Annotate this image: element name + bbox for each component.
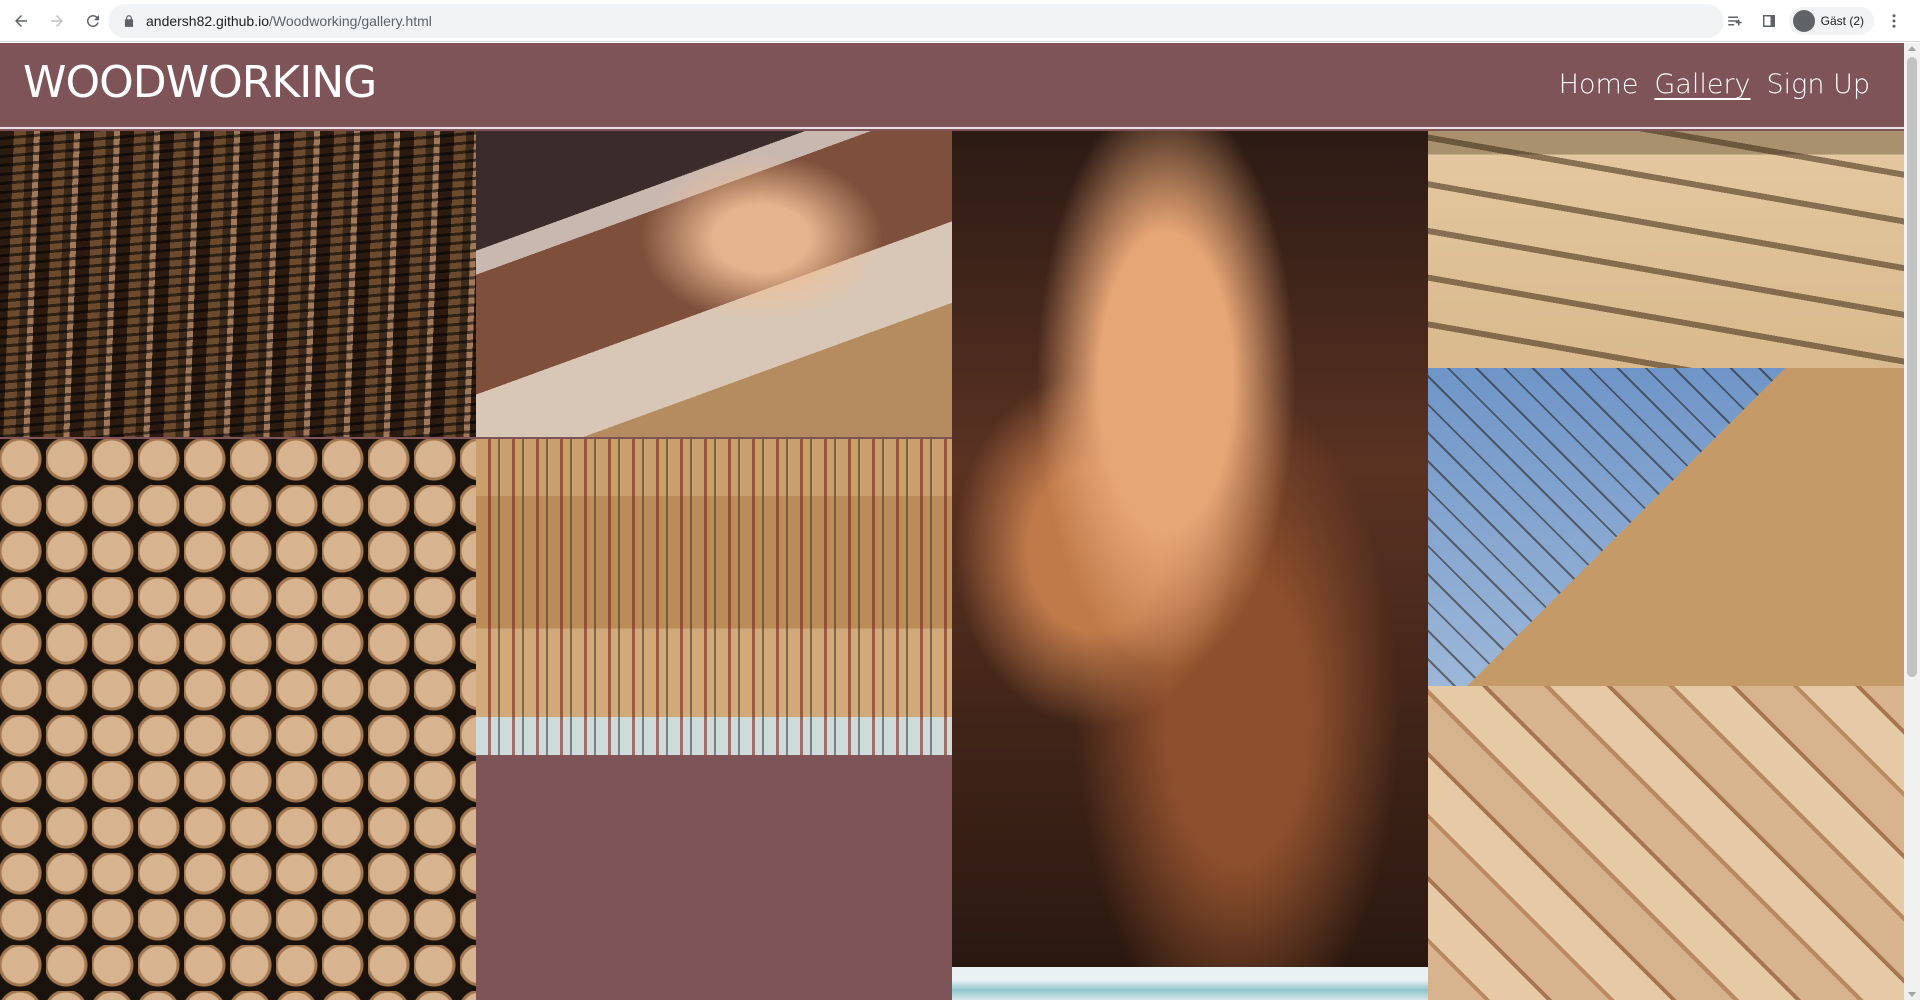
reload-icon[interactable]	[78, 6, 108, 36]
gallery-empty-space	[476, 755, 952, 1000]
lock-icon	[124, 15, 134, 27]
forward-icon[interactable]	[42, 6, 72, 36]
avatar	[1792, 10, 1815, 32]
nav-home[interactable]: Home	[1559, 69, 1639, 100]
url-path: /Woodworking/gallery.html	[269, 13, 432, 29]
scrollbar-thumb[interactable]	[1907, 57, 1917, 677]
address-bar[interactable]: andersh82.github.io/Woodworking/gallery.…	[108, 4, 1724, 38]
menu-kebab-icon[interactable]	[1880, 7, 1908, 35]
gallery-image-chisels	[1428, 131, 1904, 368]
page-scrollbar[interactable]	[1904, 43, 1920, 1000]
gallery-grid	[0, 131, 1904, 1000]
profile-label: Gäst (2)	[1820, 14, 1864, 28]
gallery-image-log-ends	[0, 439, 476, 1000]
main-nav: Home Gallery Sign Up	[1559, 69, 1870, 100]
url-domain: andersh82.github.io	[146, 13, 269, 29]
gallery-image-parquet	[1428, 686, 1904, 1000]
back-icon[interactable]	[6, 6, 36, 36]
gallery-image-tool-wall	[476, 439, 952, 755]
gallery-image-hand-saw	[476, 131, 952, 437]
gallery-image-stacked-lumber	[0, 131, 476, 437]
reading-list-icon[interactable]	[1721, 7, 1749, 35]
scroll-up-icon[interactable]	[1908, 46, 1916, 51]
gallery-image-wooden-steps	[1428, 368, 1904, 686]
profile-button[interactable]: Gäst (2)	[1788, 7, 1874, 35]
site-header: WOODWORKING Home Gallery Sign Up	[0, 43, 1904, 129]
nav-gallery[interactable]: Gallery	[1654, 69, 1750, 100]
gallery-image-sky-clouds	[952, 967, 1428, 1000]
page-viewport: WOODWORKING Home Gallery Sign Up	[0, 43, 1904, 1000]
side-panel-icon[interactable]	[1755, 7, 1783, 35]
scroll-down-icon[interactable]	[1908, 992, 1916, 997]
browser-toolbar: andersh82.github.io/Woodworking/gallery.…	[0, 0, 1920, 42]
gallery-image-wood-shavings	[952, 131, 1428, 967]
site-logo[interactable]: WOODWORKING	[23, 57, 377, 108]
url-text: andersh82.github.io/Woodworking/gallery.…	[146, 13, 432, 29]
nav-sign-up[interactable]: Sign Up	[1767, 69, 1870, 100]
